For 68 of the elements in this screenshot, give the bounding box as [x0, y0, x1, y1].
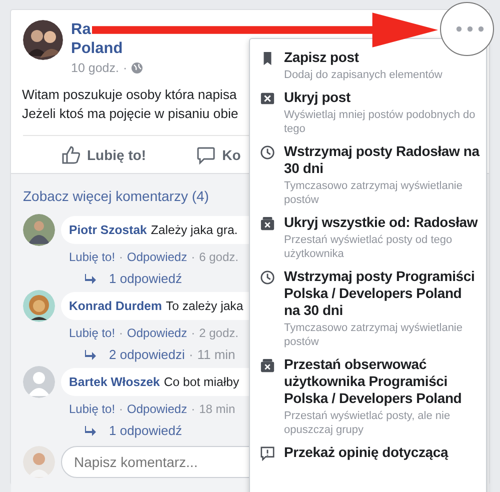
menu-item-description: Dodaj do zapisanych elementów — [284, 68, 442, 82]
menu-item-title: Ukryj wszystkie od: Radosław — [284, 214, 479, 231]
separator: · — [119, 326, 124, 340]
commenter-name[interactable]: Piotr Szostak — [69, 223, 147, 237]
menu-item-description: Przestań wyświetlać posty od tego użytkownika — [284, 233, 454, 261]
comment-text: To zależy jaka — [166, 299, 244, 313]
unfollow-icon — [260, 216, 275, 231]
menu-item[interactable]: Wstrzymaj posty Radosław na 30 dni Tymczasowo zatrzymaj wyświetlanie postów — [250, 143, 486, 214]
reply-link[interactable]: Odpowiedz — [127, 250, 188, 264]
replies-link[interactable]: 1 odpowiedź — [109, 271, 182, 286]
reply-arrow-icon — [85, 426, 97, 436]
menu-item-title: Wstrzymaj posty Programiści Polska / Developers Poland na 30 dni — [284, 268, 476, 319]
avatar-icon[interactable] — [23, 214, 55, 246]
reply-link[interactable]: Odpowiedz — [127, 326, 188, 340]
menu-item[interactable]: Wstrzymaj posty Programiści Polska / Developers Poland na 30 dni Tymczasowo zatrzymaj wyświetlanie postów — [250, 268, 486, 356]
speech-bubble-icon — [196, 144, 216, 164]
avatar-icon[interactable] — [23, 290, 55, 322]
menu-item-description: Tymczasowo zatrzymaj wyświetlanie postów — [284, 321, 464, 349]
replies-link[interactable]: 1 odpowiedź — [109, 423, 182, 438]
separator: · — [191, 326, 196, 340]
separator: · — [119, 250, 124, 264]
avatar-icon[interactable] — [23, 20, 63, 60]
unfollow-icon — [260, 358, 275, 373]
menu-item-title: Przestań obserwować użytkownika Programiści Polska / Developers Poland — [284, 356, 463, 407]
like-link[interactable]: Lubię to! — [69, 402, 116, 416]
post-text: Jeżeli ktoś ma pojęcie w pisaniu obie — [22, 105, 238, 123]
reply-link[interactable]: Odpowiedz — [127, 402, 188, 416]
menu-item-title: Ukryj post — [284, 89, 352, 106]
more-comments-link[interactable]: Zobacz więcej komentarzy (4) — [23, 188, 209, 204]
reply-time: 11 min — [197, 347, 236, 362]
globe-icon — [131, 62, 144, 74]
menu-item-title: Wstrzymaj posty Radosław na 30 dni — [284, 143, 480, 177]
separator: · — [119, 402, 124, 416]
like-link[interactable]: Lubię to! — [69, 326, 116, 340]
separator: · — [188, 347, 194, 362]
group-link[interactable]: Poland — [71, 40, 123, 57]
menu-item-title: Zapisz post — [284, 49, 360, 66]
menu-item-description: Przestań wyświetlać posty, ale nie opuszczaj grupy — [284, 409, 452, 437]
separator: · — [191, 250, 196, 264]
more-icon — [456, 26, 484, 32]
post-time[interactable]: 10 godz. — [71, 61, 119, 75]
avatar-icon — [23, 446, 55, 478]
commenter-name[interactable]: Konrad Durdem — [69, 299, 162, 313]
reply-arrow-icon — [85, 274, 97, 284]
clock-icon — [260, 145, 275, 160]
comment-button[interactable]: Ko — [196, 140, 241, 168]
more-options-button[interactable] — [440, 2, 494, 56]
replies-link[interactable]: 2 odpowiedzi — [109, 347, 185, 362]
like-button[interactable]: Lubię to! — [61, 140, 146, 168]
clock-icon — [260, 270, 275, 285]
hide-icon — [260, 91, 275, 106]
menu-item-description: Tymczasowo zatrzymaj wyświetlanie postów — [284, 179, 464, 207]
menu-item-description: Wyświetlaj mniej postów podobnych do tego — [284, 108, 476, 136]
comment-text: Zależy jaka gra. — [150, 223, 238, 237]
separator: · — [122, 61, 128, 75]
menu-item[interactable]: Przestań obserwować użytkownika Programiści Polska / Developers Poland Przestań wyświetlać posty, ale nie opuszczaj grupy — [250, 356, 486, 444]
post-text: Witam poszukuje osoby która napisa — [22, 86, 237, 104]
author-link[interactable]: Ra — [71, 21, 91, 38]
menu-item[interactable]: Ukryj wszystkie od: Radosław Przestań wyświetlać posty od tego użytkownika — [250, 214, 486, 268]
separator: · — [191, 402, 196, 416]
menu-item[interactable]: Ukryj post Wyświetlaj mniej postów podobnych do tego — [250, 89, 486, 143]
thumbs-up-icon — [61, 144, 81, 164]
menu-item[interactable]: Zapisz post Dodaj do zapisanych elementów — [250, 49, 486, 89]
reply-arrow-icon — [85, 350, 97, 360]
commenter-name[interactable]: Bartek Włoszek — [69, 375, 160, 389]
feedback-icon — [260, 446, 275, 461]
comment-text: Co bot miałby — [164, 375, 240, 389]
like-link[interactable]: Lubię to! — [69, 250, 116, 264]
